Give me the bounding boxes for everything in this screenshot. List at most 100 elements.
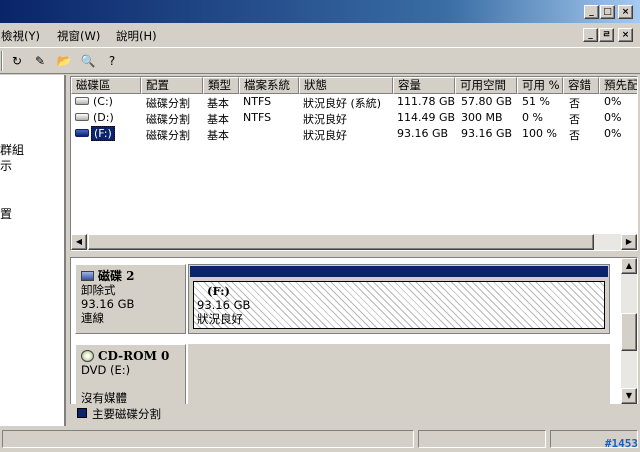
cell-status: 狀況良好 — [303, 113, 347, 126]
cell-capacity: 111.78 GB — [397, 95, 456, 108]
properties-icon[interactable]: ✎ — [30, 52, 50, 71]
cell-free-percent: 0 % — [522, 111, 543, 124]
close-button[interactable]: × — [618, 5, 633, 19]
column-header-free-percent[interactable]: 可用 % — [517, 77, 563, 94]
scroll-right-button[interactable]: ▶ — [621, 234, 637, 250]
legend: 主要磁碟分割 — [70, 404, 638, 424]
column-header-status[interactable]: 狀態 — [299, 77, 393, 94]
restore-button[interactable]: □ — [600, 5, 615, 19]
drive-icon — [75, 129, 89, 137]
table-row[interactable]: (D:) 磁碟分割 基本 NTFS 狀況良好 114.49 GB 300 MB … — [71, 110, 637, 126]
disk-size: 93.16 GB — [81, 297, 135, 311]
cell-overhead: 0% — [604, 127, 622, 140]
cell-layout: 磁碟分割 — [146, 97, 190, 110]
partition-status: 狀況良好 — [197, 312, 243, 326]
toolbar: ↻ ✎ 📂 🔍 ? — [0, 47, 640, 74]
scroll-up-button[interactable]: ▲ — [621, 258, 637, 274]
title-bar: _ □ × — [0, 0, 640, 23]
cell-filesystem: NTFS — [243, 111, 272, 124]
tree-item-groups[interactable]: 群組 — [0, 141, 24, 158]
disk-map: 磁碟 2 卸除式 93.16 GB 連線 (F:) 93.16 GB 狀況良好 … — [70, 257, 638, 424]
vertical-scrollbar[interactable]: ▲ ▼ — [621, 258, 637, 408]
watermark: #1453 — [604, 437, 638, 450]
cdrom-area — [188, 344, 610, 406]
column-header-capacity[interactable]: 容量 — [393, 77, 455, 94]
partition-body: (F:) 93.16 GB 狀況良好 — [193, 281, 605, 329]
cell-overhead: 0% — [604, 111, 622, 124]
drive-icon — [75, 113, 89, 121]
disk-name: CD-ROM 0 — [98, 349, 170, 363]
menu-view[interactable]: 檢視(Y) — [1, 28, 40, 44]
cell-filesystem: NTFS — [243, 95, 272, 108]
legend-label: 主要磁碟分割 — [92, 407, 161, 421]
child-minimize-button[interactable]: _ — [583, 28, 598, 42]
column-header-volume[interactable]: 磁碟區 — [71, 77, 141, 94]
disk-type: 卸除式 — [81, 283, 116, 297]
volume-list: 磁碟區 配置 類型 檔案系統 狀態 容量 可用空間 可用 % 容錯 預先配 (C… — [70, 76, 638, 251]
cell-free-space: 93.16 GB — [461, 127, 513, 140]
cell-status: 狀況良好 — [303, 129, 347, 142]
scroll-thumb[interactable] — [621, 313, 637, 351]
cell-status: 狀況良好 (系統) — [303, 97, 382, 110]
cell-free-percent: 100 % — [522, 127, 557, 140]
disk-state: 連線 — [81, 311, 104, 325]
disk-name: 磁碟 2 — [98, 269, 135, 283]
child-restore-button[interactable]: ㄹ — [599, 28, 614, 42]
cell-fault-tolerance: 否 — [569, 113, 580, 126]
tree-item-display[interactable]: 示 — [0, 157, 12, 174]
help-icon[interactable]: ? — [102, 52, 122, 71]
cell-overhead: 0% — [604, 95, 622, 108]
cd-rom-icon — [81, 350, 94, 362]
cell-type: 基本 — [207, 113, 229, 126]
menu-window[interactable]: 視窗(W) — [57, 28, 100, 44]
cell-free-space: 300 MB — [461, 111, 503, 124]
disk-icon — [81, 271, 94, 281]
disk-state: 沒有媒體 — [81, 391, 127, 405]
disk-2-label[interactable]: 磁碟 2 卸除式 93.16 GB 連線 — [75, 264, 186, 334]
minimize-button[interactable]: _ — [584, 5, 599, 19]
column-header-type[interactable]: 類型 — [203, 77, 239, 94]
disk-size — [81, 377, 185, 391]
column-header-fault-tolerance[interactable]: 容錯 — [563, 77, 599, 94]
cell-fault-tolerance: 否 — [569, 97, 580, 110]
scroll-thumb[interactable] — [88, 234, 594, 250]
scroll-down-button[interactable]: ▼ — [621, 388, 637, 404]
menu-help[interactable]: 說明(H) — [116, 28, 157, 44]
drive-icon — [75, 97, 89, 105]
cell-free-space: 57.80 GB — [461, 95, 513, 108]
open-folder-icon[interactable]: 📂 — [54, 52, 74, 71]
child-close-button[interactable]: × — [618, 28, 633, 42]
horizontal-scrollbar[interactable]: ◀ ▶ — [71, 234, 637, 250]
legend-swatch — [77, 408, 87, 418]
table-row[interactable]: (C:) 磁碟分割 基本 NTFS 狀況良好 (系統) 111.78 GB 57… — [71, 94, 637, 110]
cell-volume: (F:) — [91, 126, 115, 141]
cell-volume: (D:) — [93, 111, 114, 124]
cell-fault-tolerance: 否 — [569, 129, 580, 142]
column-header-filesystem[interactable]: 檔案系統 — [239, 77, 299, 94]
refresh-icon[interactable]: ↻ — [7, 52, 27, 71]
console-tree: 群組 示 置 — [0, 75, 66, 426]
column-header-overhead[interactable]: 預先配 — [599, 77, 637, 94]
cell-free-percent: 51 % — [522, 95, 550, 108]
find-icon[interactable]: 🔍 — [78, 52, 98, 71]
cell-type: 基本 — [207, 97, 229, 110]
column-header-free-space[interactable]: 可用空間 — [455, 77, 517, 94]
cdrom-0-label[interactable]: CD-ROM 0 DVD (E:) 沒有媒體 — [75, 344, 186, 406]
table-row[interactable]: (F:) 磁碟分割 基本 狀況良好 93.16 GB 93.16 GB 100 … — [71, 126, 637, 142]
cell-volume: (C:) — [93, 95, 113, 108]
partition-name: (F:) — [207, 284, 230, 298]
cell-layout: 磁碟分割 — [146, 129, 190, 142]
cell-type: 基本 — [207, 129, 229, 142]
disk-type: DVD (E:) — [81, 363, 131, 377]
scroll-left-button[interactable]: ◀ — [71, 234, 87, 250]
tree-item-setting[interactable]: 置 — [0, 205, 12, 222]
partition-color-bar — [190, 266, 608, 277]
status-panel-main — [2, 430, 414, 448]
cell-capacity: 114.49 GB — [397, 111, 456, 124]
column-header-layout[interactable]: 配置 — [141, 77, 203, 94]
partition-f[interactable]: (F:) 93.16 GB 狀況良好 — [188, 264, 610, 334]
cell-layout: 磁碟分割 — [146, 113, 190, 126]
partition-size: 93.16 GB — [197, 298, 251, 312]
cell-capacity: 93.16 GB — [397, 127, 449, 140]
menu-bar: 檢視(Y) 視窗(W) 說明(H) _ ㄹ × — [0, 24, 640, 46]
